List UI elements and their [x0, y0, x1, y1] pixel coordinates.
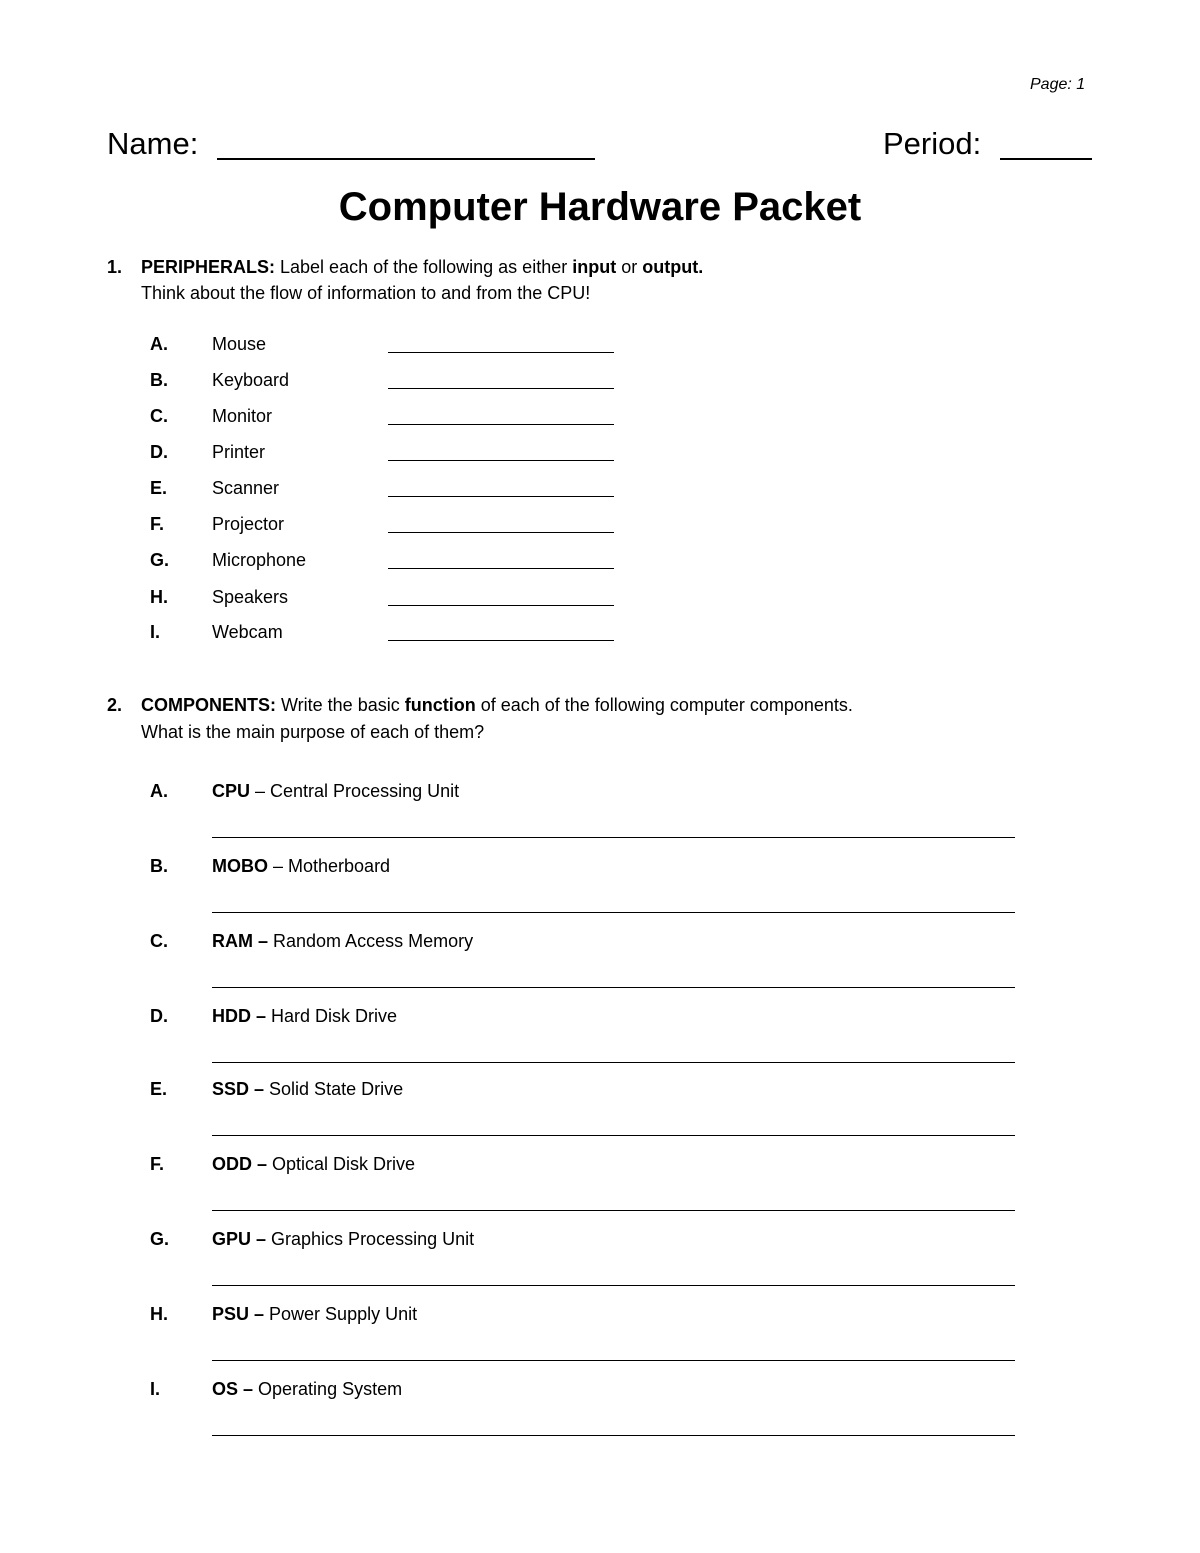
item-label: Microphone — [212, 550, 307, 570]
component-abbr: GPU – — [212, 1229, 267, 1249]
answer-line[interactable] — [212, 1210, 1015, 1211]
component-abbr: PSU – — [212, 1304, 265, 1324]
item-label: Webcam — [212, 622, 283, 642]
item-letter: G. — [150, 1229, 170, 1249]
answer-line[interactable] — [388, 424, 614, 425]
component-full-name: – Motherboard — [268, 856, 391, 876]
component-full-name: Graphics Processing Unit — [266, 1229, 475, 1249]
component-full-name: Operating System — [253, 1379, 403, 1399]
question-subtext: What is the main purpose of each of them… — [141, 722, 485, 742]
item-letter: F. — [150, 1154, 165, 1174]
component-abbr: HDD – — [212, 1006, 267, 1026]
answer-line[interactable] — [388, 496, 614, 497]
item-label: OS – Operating System — [212, 1379, 402, 1400]
answer-line[interactable] — [212, 1360, 1015, 1361]
item-label: HDD – Hard Disk Drive — [212, 1006, 397, 1027]
component-abbr: OS – — [212, 1379, 254, 1399]
item-label: MOBO – Motherboard — [212, 856, 390, 877]
item-letter: G. — [150, 550, 170, 570]
item-letter: I. — [150, 622, 161, 642]
item-label: Printer — [212, 442, 266, 462]
question-subtext: Think about the flow of information to a… — [141, 283, 591, 303]
text: of each of the following computer compon… — [475, 695, 853, 715]
item-letter: D. — [150, 1006, 168, 1026]
page-number: Page: 1 — [1030, 76, 1086, 93]
item-label: RAM – Random Access Memory — [212, 931, 473, 952]
answer-line[interactable] — [388, 460, 614, 461]
item-label: SSD – Solid State Drive — [212, 1079, 403, 1100]
item-label: ODD – Optical Disk Drive — [212, 1154, 415, 1175]
component-full-name: Optical Disk Drive — [267, 1154, 416, 1174]
item-label: Scanner — [212, 478, 280, 498]
question-number: 2. — [107, 695, 123, 715]
item-letter: E. — [150, 1079, 168, 1099]
answer-line[interactable] — [212, 1062, 1015, 1063]
item-label: GPU – Graphics Processing Unit — [212, 1229, 474, 1250]
keyword-function: function — [404, 695, 476, 715]
item-letter: C. — [150, 931, 168, 951]
answer-line[interactable] — [388, 605, 614, 606]
question-number: 1. — [107, 257, 123, 277]
text: Label each of the following as either — [275, 257, 573, 277]
item-letter: B. — [150, 370, 168, 390]
page-title: Computer Hardware Packet — [338, 185, 862, 229]
item-letter: D. — [150, 442, 168, 462]
component-abbr: CPU — [212, 781, 251, 801]
question-text: COMPONENTS: Write the basic function of … — [141, 692, 853, 718]
answer-line[interactable] — [212, 987, 1015, 988]
item-letter: H. — [150, 1304, 168, 1324]
item-label: Keyboard — [212, 370, 290, 390]
component-abbr: RAM – — [212, 931, 269, 951]
item-letter: F. — [150, 514, 165, 534]
item-letter: A. — [150, 334, 168, 354]
item-letter: I. — [150, 1379, 161, 1399]
item-letter: E. — [150, 478, 168, 498]
component-abbr: MOBO — [212, 856, 268, 876]
component-full-name: Power Supply Unit — [264, 1304, 418, 1324]
item-letter: C. — [150, 406, 168, 426]
name-label: Name: — [107, 126, 199, 161]
item-label: Mouse — [212, 334, 267, 354]
component-full-name: – Central Processing Unit — [250, 781, 460, 801]
keyword-input: input — [572, 257, 617, 277]
question-text: PERIPHERALS: Label each of the following… — [141, 254, 703, 280]
answer-line[interactable] — [212, 837, 1015, 838]
question-heading: PERIPHERALS: — [141, 257, 276, 277]
period-field[interactable] — [1000, 158, 1092, 160]
answer-line[interactable] — [212, 912, 1015, 913]
item-letter: A. — [150, 781, 168, 801]
answer-line[interactable] — [212, 1435, 1015, 1436]
name-field[interactable] — [217, 158, 595, 160]
answer-line[interactable] — [212, 1135, 1015, 1136]
component-full-name: Hard Disk Drive — [266, 1006, 398, 1026]
item-letter: B. — [150, 856, 168, 876]
period-label: Period: — [883, 126, 982, 161]
question-heading: COMPONENTS: — [141, 695, 276, 715]
item-label: Projector — [212, 514, 285, 534]
keyword-output: output. — [642, 257, 704, 277]
answer-line[interactable] — [388, 568, 614, 569]
text: Write the basic — [276, 695, 405, 715]
answer-line[interactable] — [388, 532, 614, 533]
answer-line[interactable] — [388, 352, 614, 353]
component-full-name: Solid State Drive — [264, 1079, 404, 1099]
header-row: Name: Period: — [107, 126, 1097, 162]
item-letter: H. — [150, 587, 168, 607]
item-label: Speakers — [212, 587, 289, 607]
item-label: Monitor — [212, 406, 273, 426]
item-label: PSU – Power Supply Unit — [212, 1304, 417, 1325]
component-abbr: ODD – — [212, 1154, 268, 1174]
text: or — [616, 257, 643, 277]
answer-line[interactable] — [212, 1285, 1015, 1286]
answer-line[interactable] — [388, 388, 614, 389]
component-full-name: Random Access Memory — [268, 931, 474, 951]
component-abbr: SSD – — [212, 1079, 265, 1099]
answer-line[interactable] — [388, 640, 614, 641]
item-label: CPU – Central Processing Unit — [212, 781, 459, 802]
